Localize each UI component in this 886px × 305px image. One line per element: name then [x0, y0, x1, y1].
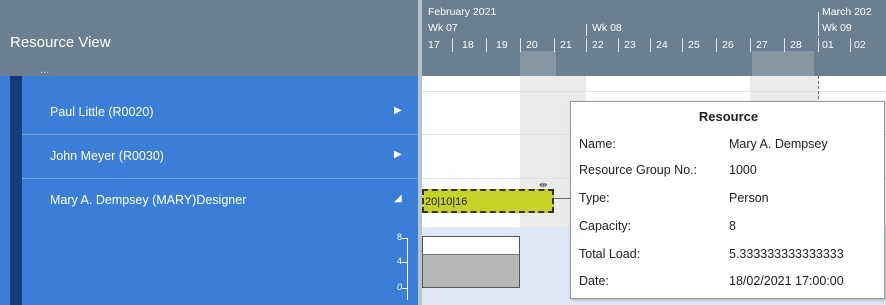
tooltip-key: Capacity: [579, 219, 632, 233]
task-bar[interactable]: 20|10|16 [422, 189, 554, 213]
day-label: 20 [526, 39, 538, 51]
month-divider [818, 12, 819, 24]
day-divider [818, 38, 819, 52]
day-divider [520, 38, 521, 52]
tooltip-value: Person [729, 191, 769, 205]
resource-view-header: Resource View ... [0, 0, 418, 76]
tooltip-value: 18/02/2021 17:00:00 [729, 274, 844, 288]
hidden-row-fragment: ... [40, 64, 50, 76]
resource-list-accent-bar [10, 76, 22, 305]
tooltip-key: Type: [579, 191, 610, 205]
tooltip-field-name: Name: Mary A. Dempsey [579, 137, 879, 161]
day-label: 01 [822, 39, 834, 51]
day-divider [452, 38, 453, 52]
expand-arrow-icon[interactable]: ▶ [394, 105, 402, 116]
resource-row-paul-little[interactable]: Paul Little (R0020) ▶ [22, 91, 418, 133]
tooltip-value: Mary A. Dempsey [729, 137, 828, 151]
day-label: 18 [462, 39, 474, 51]
resource-row-mary-dempsey[interactable]: Mary A. Dempsey (MARY)Designer ◢ [22, 179, 418, 221]
day-label: 17 [428, 39, 440, 51]
y-axis-line [407, 238, 408, 300]
load-chart-y-axis: 8 4 0 [372, 232, 416, 304]
day-divider [682, 38, 683, 52]
day-divider [554, 38, 555, 52]
row-gridline [422, 91, 886, 92]
tooltip-connector-line [554, 198, 570, 199]
resize-handle-icon[interactable]: ⇹ [539, 180, 547, 191]
tooltip-value: 5.333333333333333 [729, 247, 844, 261]
day-label: 19 [496, 39, 508, 51]
tooltip-field-type: Type: Person [579, 191, 879, 215]
resource-row-john-meyer[interactable]: John Meyer (R0030) ▶ [22, 135, 418, 177]
tooltip-key: Date: [579, 274, 609, 288]
collapse-arrow-icon[interactable]: ◢ [394, 193, 402, 204]
load-bar[interactable] [422, 254, 520, 288]
day-label: 24 [656, 39, 668, 51]
day-divider [750, 38, 751, 52]
day-divider [850, 38, 851, 52]
day-label: 27 [756, 39, 768, 51]
week-label: Wk 09 [822, 22, 852, 34]
day-label: 25 [688, 39, 700, 51]
tooltip-key: Total Load: [579, 247, 641, 261]
day-divider [586, 38, 587, 52]
day-divider [784, 38, 785, 52]
tooltip-key: Resource Group No.: [579, 163, 698, 177]
y-axis-label-8: 8 [396, 232, 402, 242]
day-label: 21 [560, 39, 572, 51]
tooltip-value: 8 [729, 219, 736, 233]
y-axis-label-4: 4 [396, 256, 402, 266]
day-label: 26 [722, 39, 734, 51]
resource-view-title: Resource View [10, 34, 111, 51]
y-axis-label-0: 0 [396, 282, 402, 292]
day-divider [716, 38, 717, 52]
week-label: Wk 07 [428, 22, 458, 34]
weekend-header-shade [520, 51, 556, 76]
week-divider [818, 24, 819, 36]
day-label: 02 [854, 39, 866, 51]
day-divider [486, 38, 487, 52]
day-label: 28 [790, 39, 802, 51]
tooltip-field-date: Date: 18/02/2021 17:00:00 [579, 274, 879, 298]
week-label: Wk 08 [592, 22, 622, 34]
tooltip-field-total-load: Total Load: 5.333333333333333 [579, 247, 879, 271]
month-label: March 202 [822, 6, 872, 18]
tooltip-value: 1000 [729, 163, 757, 177]
timeline-header: February 2021 March 202 Wk 07 Wk 08 Wk 0… [422, 0, 886, 76]
resource-row-label: Paul Little (R0020) [50, 105, 154, 119]
tooltip-field-group: Resource Group No.: 1000 [579, 163, 879, 187]
weekend-header-shade [752, 51, 814, 76]
expand-arrow-icon[interactable]: ▶ [394, 149, 402, 160]
tooltip-key: Name: [579, 137, 616, 151]
resource-row-label: John Meyer (R0030) [50, 149, 164, 163]
resource-row-label: Mary A. Dempsey (MARY)Designer [50, 193, 247, 207]
tooltip-title: Resource [698, 109, 759, 124]
day-divider [650, 38, 651, 52]
month-label: February 2021 [428, 6, 497, 18]
day-divider [618, 38, 619, 52]
day-label: 22 [592, 39, 604, 51]
capacity-bar[interactable] [422, 236, 520, 254]
week-divider [586, 24, 587, 36]
task-bar-label: 20|10|16 [425, 196, 468, 208]
resource-tooltip: Resource Name: Mary A. Dempsey Resource … [570, 101, 885, 299]
tooltip-field-capacity: Capacity: 8 [579, 219, 879, 243]
day-label: 23 [624, 39, 636, 51]
